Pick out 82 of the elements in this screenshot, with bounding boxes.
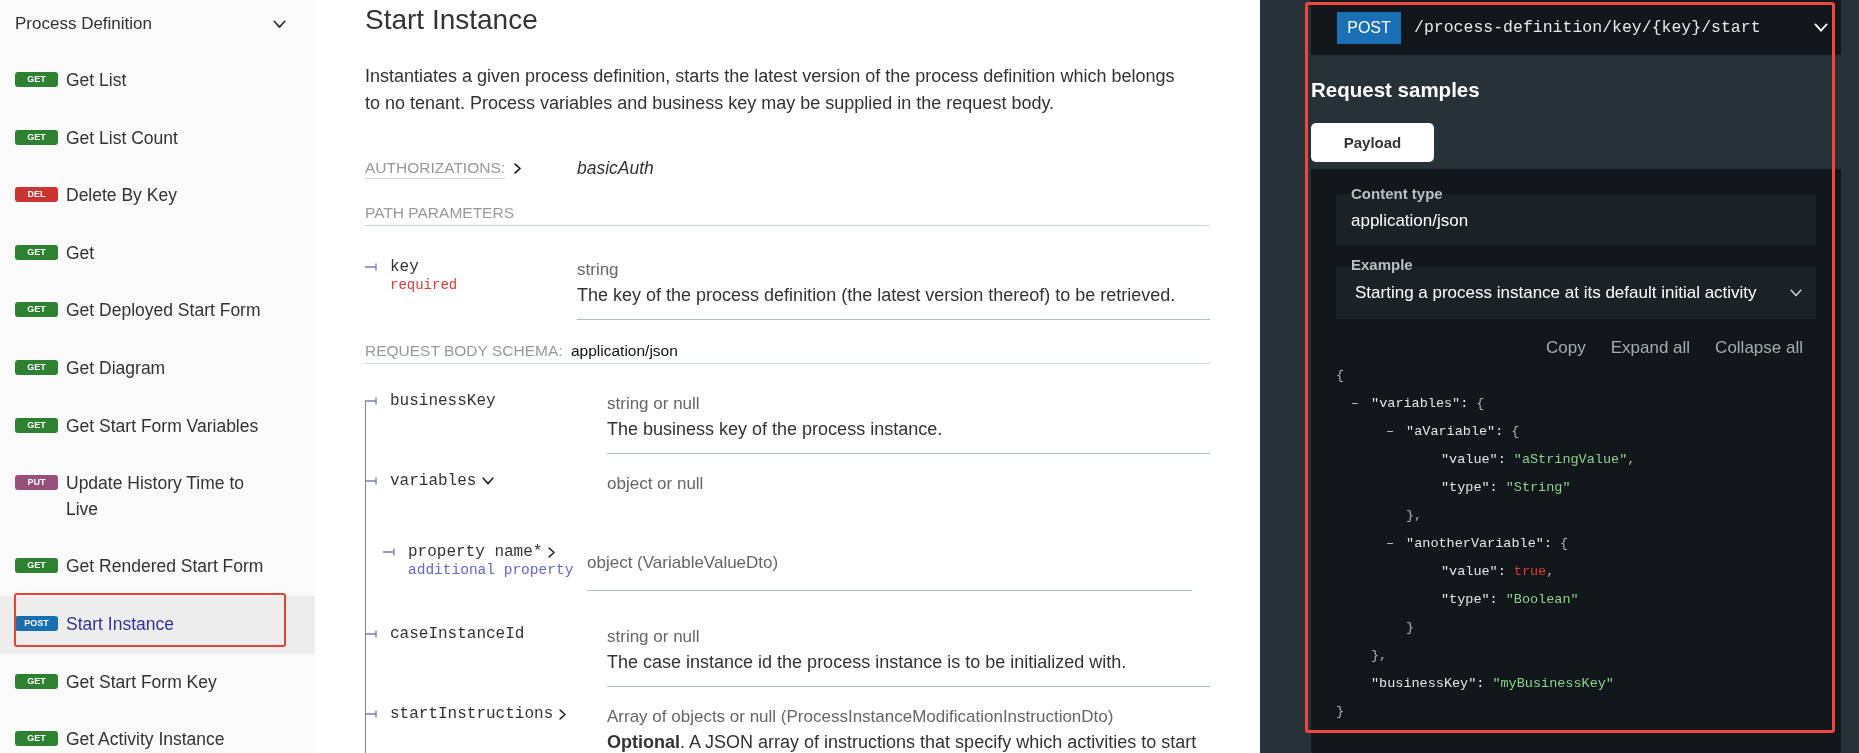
method-badge: GET bbox=[15, 72, 58, 87]
tree-connector-icon bbox=[365, 709, 377, 719]
field-toggle[interactable]: variables bbox=[390, 473, 495, 489]
method-badge: GET bbox=[15, 359, 58, 375]
nav-link[interactable]: GET Get Start Form Key bbox=[0, 653, 315, 712]
field-type: string or null bbox=[607, 393, 701, 415]
nav-link[interactable]: GET Get Deployed Start Form bbox=[0, 282, 315, 340]
field-type: string or null bbox=[607, 626, 701, 648]
field-description: The case instance id the process instance is to be initialized with. bbox=[607, 651, 1128, 673]
tree-connector-icon bbox=[365, 262, 377, 272]
panel-title: Request samples bbox=[1311, 77, 1480, 103]
param-description: The key of the process definition (the latest version thereof) to be retrieved. bbox=[577, 284, 1177, 306]
code-action-button[interactable]: Collapse all bbox=[1715, 336, 1803, 360]
collapse-toggle[interactable]: – bbox=[1386, 418, 1395, 446]
field-name: caseInstanceId bbox=[390, 626, 525, 642]
code-line: } bbox=[1336, 703, 1345, 721]
field-note: additional property bbox=[408, 561, 574, 580]
sidebar-group-toggle[interactable]: Process Definition bbox=[0, 0, 315, 48]
tree-connector-icon bbox=[365, 476, 377, 486]
nav-link[interactable]: POST Start Instance bbox=[0, 595, 315, 654]
field-description: Optional. A JSON array of instructions that specify which activities to start bbox=[607, 731, 1198, 753]
nav-link[interactable]: GET Get Rendered Start Form bbox=[0, 538, 315, 596]
section-heading: REQUEST BODY SCHEMA: bbox=[365, 341, 563, 361]
field-toggle[interactable]: startInstructions bbox=[390, 706, 567, 722]
code-line: "value": true, bbox=[1441, 563, 1555, 581]
tree-connector-icon bbox=[365, 396, 377, 406]
code-line: "value": "aStringValue", bbox=[1441, 451, 1636, 469]
method-badge: PUT bbox=[15, 475, 58, 491]
code-line: } bbox=[1406, 619, 1415, 637]
code-line: }, bbox=[1371, 647, 1388, 665]
code-line: "type": "Boolean" bbox=[1441, 591, 1579, 609]
field-type: object (VariableValueDto) bbox=[587, 552, 780, 574]
field-type: Array of objects or null (ProcessInstanceModificationInstructionDto) bbox=[607, 706, 1115, 728]
method-badge: GET bbox=[15, 129, 58, 145]
code-line: "businessKey": "myBusinessKey" bbox=[1371, 675, 1614, 693]
field-type: object or null bbox=[607, 473, 705, 495]
auth-scheme: basicAuth bbox=[577, 157, 654, 179]
nav-link[interactable]: GET Get Diagram bbox=[0, 339, 315, 398]
param-name: key bbox=[390, 259, 420, 275]
nav-link[interactable]: GET Get List Count bbox=[0, 109, 315, 168]
param-type: string bbox=[577, 259, 620, 281]
code-line: "aVariable": { bbox=[1406, 423, 1520, 441]
collapse-toggle[interactable]: – bbox=[1351, 390, 1360, 418]
code-line: "anotherVariable": { bbox=[1406, 535, 1569, 553]
method-badge: DEL bbox=[15, 187, 58, 203]
page-title: Start Instance bbox=[365, 3, 538, 37]
endpoint-bar[interactable]: POST /process-definition/key/{key}/start bbox=[1311, 0, 1841, 55]
nav-link[interactable]: GET Get List bbox=[0, 52, 315, 110]
tree-connector-icon bbox=[365, 629, 377, 639]
method-badge: GET bbox=[15, 673, 58, 689]
nav-link[interactable]: GET Get bbox=[0, 224, 315, 283]
chevron-down-icon bbox=[1790, 289, 1802, 297]
method-badge: GET bbox=[15, 302, 58, 318]
operation-description: Instantiates a given process definition, starts the latest version of the process definition which belongs to no tenant. Process variables and business key may be supplied in the request body. bbox=[365, 65, 1176, 115]
field-name: businessKey bbox=[390, 393, 496, 409]
nav-link[interactable]: PUT Update History Time to Live bbox=[0, 455, 315, 539]
code-action-button[interactable]: Copy bbox=[1546, 336, 1586, 360]
nav-link[interactable]: GET Get Activity Instance bbox=[0, 711, 315, 753]
code-line: "type": "String" bbox=[1441, 479, 1571, 497]
collapse-toggle[interactable]: – bbox=[1386, 530, 1395, 558]
method-badge: POST bbox=[15, 615, 58, 631]
section-heading: PATH PARAMETERS bbox=[365, 203, 514, 223]
tree-connector-icon bbox=[383, 547, 395, 557]
field-label: Content type bbox=[1351, 185, 1443, 203]
code-line: }, bbox=[1406, 507, 1423, 525]
field-toggle[interactable]: property name* bbox=[408, 544, 556, 560]
nav-link[interactable]: DEL Delete By Key bbox=[0, 167, 315, 225]
method-badge: GET bbox=[15, 558, 58, 574]
nav-link[interactable]: GET Get Start Form Variables bbox=[0, 397, 315, 456]
chevron-right-icon bbox=[514, 162, 522, 174]
field-description: The business key of the process instance. bbox=[607, 418, 944, 440]
method-badge: GET bbox=[15, 244, 58, 260]
content-type-label: application/json bbox=[571, 341, 678, 361]
endpoint-path: /process-definition/key/{key}/start bbox=[1414, 18, 1761, 37]
method-badge: POST bbox=[1337, 11, 1401, 44]
code-line: "variables": { bbox=[1371, 395, 1485, 413]
code-action-button[interactable]: Expand all bbox=[1610, 336, 1691, 360]
method-badge: GET bbox=[15, 417, 58, 433]
payload-tab[interactable]: Payload bbox=[1311, 123, 1434, 162]
method-badge: GET bbox=[15, 731, 58, 747]
required-label: required bbox=[390, 276, 458, 295]
code-line: { bbox=[1336, 367, 1345, 385]
